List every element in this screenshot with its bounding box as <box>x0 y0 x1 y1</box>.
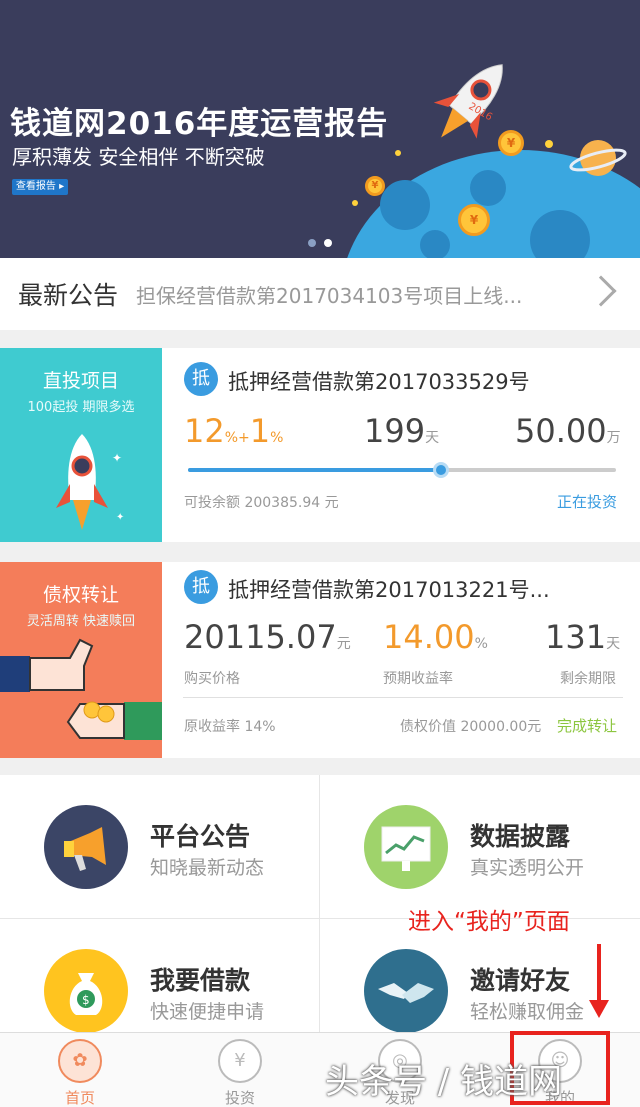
tile-title: 我要借款 <box>150 966 251 995</box>
tab-label: 首页 <box>64 1089 95 1107</box>
annotation-arrow <box>597 944 601 1004</box>
handshake-icon <box>364 949 448 1033</box>
tab-home[interactable]: ✿ 首页 <box>0 1033 160 1107</box>
annotation-arrow-head <box>589 1000 609 1018</box>
debt-value: 债权价值 20000.00元 <box>400 719 542 735</box>
annual-rate: 12%+1% <box>184 412 284 450</box>
tile-title: 邀请好友 <box>470 966 571 995</box>
project-title[interactable]: 抵押经营借款第2017033529号 <box>228 366 530 396</box>
tile-subtitle: 快速便捷申请 <box>150 1001 265 1023</box>
coin-icon: ¥ <box>365 176 385 196</box>
term-label: 剩余期限 <box>560 671 616 687</box>
tile-title: 平台公告 <box>150 822 251 851</box>
mortgage-badge: 抵 <box>184 570 218 604</box>
carousel-dot[interactable] <box>308 239 316 247</box>
svg-text:$: $ <box>82 993 90 1007</box>
remaining-amount: 可投余额 200385.94 元 <box>184 495 339 511</box>
platform-notice-tile[interactable]: 平台公告 知晓最新动态 <box>0 775 320 919</box>
view-report-button[interactable]: 查看报告 ▸ <box>12 179 68 195</box>
purchase-price: 20115.07元 <box>184 618 351 656</box>
promo-banner[interactable]: 2016 ¥ ¥ ¥ 钱道网2016年度运营报告 厚积薄发 安全相伴 不断突破 … <box>0 0 640 258</box>
tile-subtitle: 知晓最新动态 <box>150 857 265 879</box>
svg-text:✦: ✦ <box>112 451 122 465</box>
tile-title: 数据披露 <box>470 822 571 851</box>
yen-icon: ¥ <box>218 1039 262 1083</box>
project-title[interactable]: 抵押经营借款第2017013221号... <box>228 574 550 604</box>
banner-title: 钱道网2016年度运营报告 <box>10 106 389 142</box>
original-rate: 原收益率 14% <box>184 719 276 735</box>
tile-subtitle: 轻松赚取佣金 <box>470 1001 585 1023</box>
rate-label: 预期收益率 <box>383 671 453 687</box>
image-subtitle: 灵活周转 快速赎回 <box>26 614 136 629</box>
loan-amount: 50.00万 <box>515 412 621 450</box>
svg-text:✦: ✦ <box>116 512 124 523</box>
remaining-term: 131天 <box>545 618 621 656</box>
saturn-icon <box>569 140 627 176</box>
home-tree-icon: ✿ <box>58 1039 102 1083</box>
hands-exchange-icon <box>0 638 162 740</box>
investing-status[interactable]: 正在投资 <box>557 491 617 512</box>
price-label: 购买价格 <box>184 671 240 687</box>
megaphone-icon <box>44 805 128 889</box>
image-subtitle: 100起投 期限多选 <box>27 400 135 415</box>
announcement-label: 最新公告 <box>18 281 119 310</box>
data-disclosure-tile[interactable]: 数据披露 真实透明公开 <box>320 775 640 919</box>
transfer-status[interactable]: 完成转让 <box>557 715 617 736</box>
progress-knob <box>432 462 449 478</box>
direct-investment-image[interactable]: 直投项目 100起投 期限多选 ✦ ✦ <box>0 348 162 542</box>
carousel-dot[interactable] <box>324 239 332 247</box>
announcement-bar[interactable]: 最新公告 担保经营借款第2017034103号项目上线... <box>0 258 640 330</box>
mortgage-badge: 抵 <box>184 362 218 396</box>
tab-label: 投资 <box>224 1089 255 1107</box>
image-title: 直投项目 <box>42 370 119 392</box>
direct-investment-card[interactable]: 直投项目 100起投 期限多选 ✦ ✦ 抵 抵押经营借款第2017033529号… <box>0 348 640 542</box>
grid-divider-vertical <box>319 775 320 1035</box>
watermark: 头条号 / 钱道网 <box>325 1062 563 1102</box>
annotation-text: 进入“我的”页面 <box>408 909 570 935</box>
funding-progress-bar <box>188 462 616 478</box>
tile-subtitle: 真实透明公开 <box>470 857 585 879</box>
debt-transfer-card[interactable]: 债权转让 灵活周转 快速赎回 抵 抵押经营借款第2017013221号... 2… <box>0 562 640 758</box>
expected-rate: 14.00% <box>383 618 488 656</box>
rocket-icon: ✦ ✦ <box>56 434 124 530</box>
money-bag-icon: $ <box>44 949 128 1033</box>
debt-transfer-image[interactable]: 债权转让 灵活周转 快速赎回 <box>0 562 162 758</box>
coin-icon: ¥ <box>498 130 524 156</box>
app-home-screen: 2016 ¥ ¥ ¥ 钱道网2016年度运营报告 厚积薄发 安全相伴 不断突破 … <box>0 0 640 1107</box>
divider <box>183 697 623 698</box>
announcement-text[interactable]: 担保经营借款第2017034103号项目上线... <box>136 280 556 309</box>
image-title: 债权转让 <box>42 584 119 606</box>
tab-invest[interactable]: ¥ 投资 <box>160 1033 320 1107</box>
banner-subtitle: 厚积薄发 安全相伴 不断突破 <box>12 145 265 169</box>
carousel-indicator <box>0 232 640 251</box>
chart-board-icon <box>364 805 448 889</box>
term-days: 199天 <box>364 412 440 450</box>
chevron-right-icon[interactable] <box>585 275 617 307</box>
